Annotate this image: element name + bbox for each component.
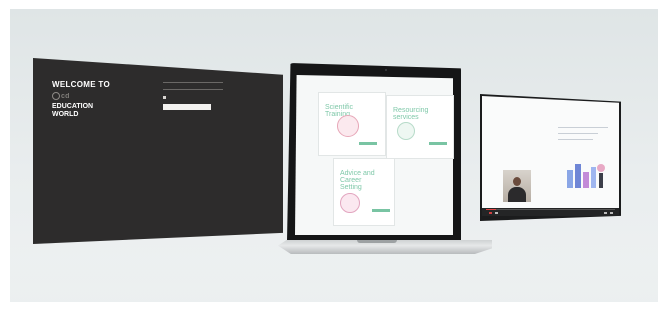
card-button[interactable] [359, 142, 377, 145]
welcome-heading: WELCOME TO [52, 80, 110, 89]
card-resourcing-services[interactable]: Resourcing services [386, 95, 454, 159]
bullet-line [558, 139, 593, 140]
fullscreen-icon[interactable] [610, 212, 613, 214]
settings-icon[interactable] [604, 212, 607, 214]
education-world-heading: EDUCATION WORLD [52, 103, 94, 118]
bullet-line [558, 127, 608, 128]
video-progress-track[interactable] [486, 209, 615, 210]
remember-me[interactable] [163, 96, 223, 99]
lab-illustration-icon [567, 164, 605, 188]
volume-icon[interactable] [495, 212, 498, 214]
card-button[interactable] [429, 142, 447, 145]
login-button[interactable] [163, 104, 211, 110]
card-scientific-training[interactable]: Scientific Training [318, 92, 386, 156]
presenter-head [513, 177, 521, 186]
login-form [163, 80, 223, 113]
video-progress-fill [486, 209, 496, 210]
bullet-line [558, 133, 598, 134]
people-illustration-icon [397, 122, 415, 140]
card-advice-career[interactable]: Advice and Career Setting [333, 158, 395, 226]
brain-illustration-icon [337, 115, 359, 137]
password-field[interactable] [163, 89, 223, 90]
logo-text: cd [61, 92, 70, 100]
presenter-body [508, 187, 526, 202]
checkbox-icon[interactable] [163, 96, 166, 99]
laptop-notch [357, 240, 397, 243]
card-title: Resourcing services [393, 107, 429, 121]
username-field[interactable] [163, 82, 223, 83]
career-illustration-icon [340, 193, 360, 213]
logo-icon [52, 92, 60, 100]
camera-icon [385, 69, 387, 71]
card-title: Advice and Career Setting [340, 170, 375, 191]
slide-bullets [558, 127, 608, 145]
card-button[interactable] [372, 209, 390, 212]
brand-logo: cd [52, 92, 70, 100]
play-icon[interactable] [489, 212, 492, 214]
